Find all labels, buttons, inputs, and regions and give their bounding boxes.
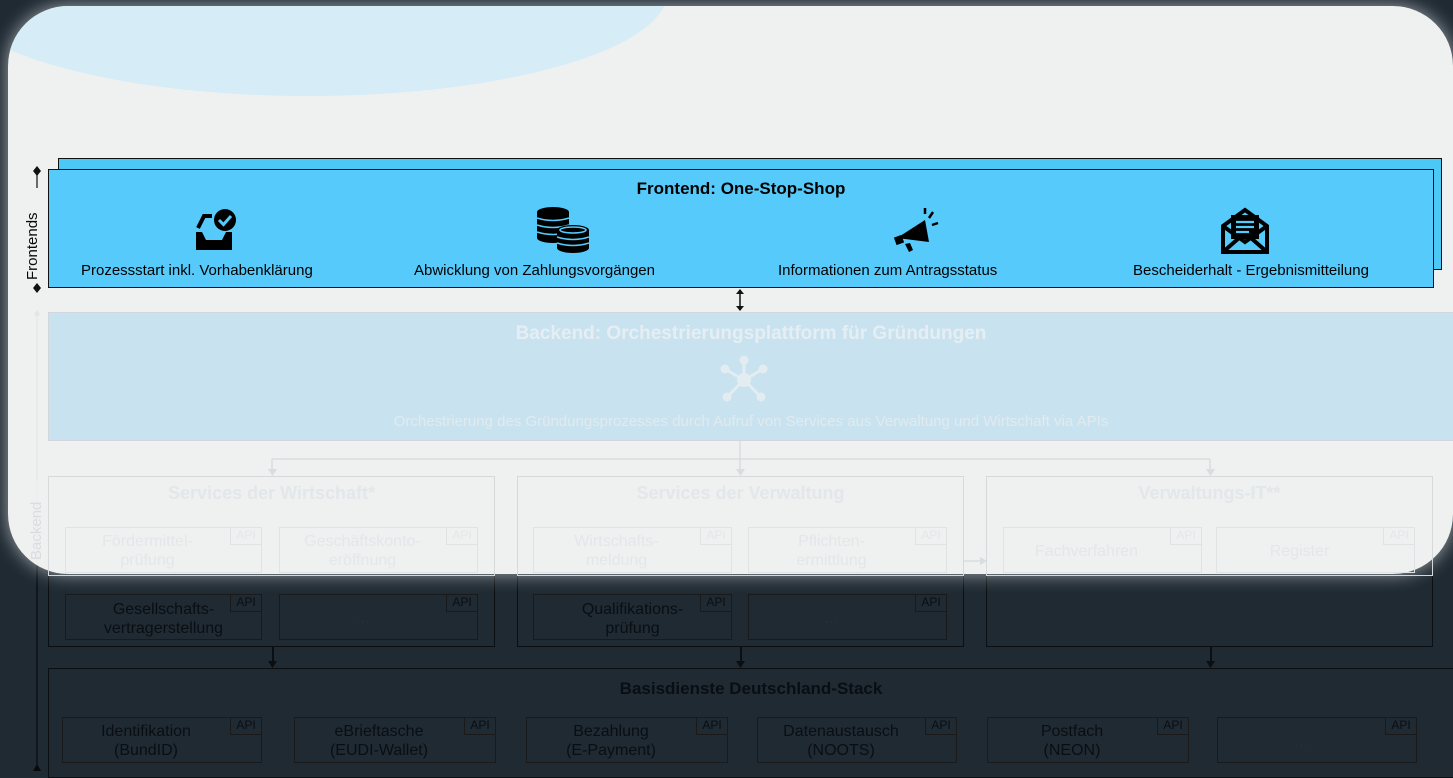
basis-item-ebrieftasche: eBrieftasche (EUDI-Wallet) API	[294, 717, 496, 763]
services-title: Services der Verwaltung	[636, 483, 845, 503]
api-tag: API	[446, 527, 478, 545]
api-tag: API	[1383, 527, 1415, 545]
api-tag: API	[464, 717, 496, 735]
api-tag: API	[1385, 717, 1417, 735]
basis-item-datenaustausch: Datenaustausch (NOOTS) API	[757, 717, 957, 763]
api-tag: API	[1157, 717, 1189, 735]
basis-item-identifikation: Identifikation (BundID) API	[62, 717, 262, 763]
services-title: Verwaltungs-IT**	[1138, 483, 1281, 503]
service-item-geschaeftskonto: Geschäftskonto- eröffnung API	[279, 527, 478, 573]
service-item-pflichtenermittlung: Pflichten- ermittlung API	[748, 527, 947, 573]
api-tag: API	[230, 717, 262, 735]
basis-item-bezahlung: Bezahlung (E-Payment) API	[526, 717, 728, 763]
api-tag: API	[700, 527, 732, 545]
service-item-fachverfahren: Fachverfahren API	[1003, 527, 1202, 573]
api-tag: API	[1170, 527, 1202, 545]
basis-title: Basisdienste Deutschland-Stack	[619, 679, 883, 698]
api-tag: API	[925, 717, 957, 735]
service-item-register: Register API	[1216, 527, 1415, 573]
services-title: Services der Wirtschaft*	[168, 483, 375, 503]
service-item-foerdermittel: Fördermittel- prüfung API	[65, 527, 262, 573]
service-item-wirtschaftsmeldung: Wirtschafts- meldung API	[533, 527, 732, 573]
api-tag: API	[230, 527, 262, 545]
api-tag: API	[696, 717, 728, 735]
basis-item-postfach: Postfach (NEON) API	[987, 717, 1189, 763]
basis-item-more: … API	[1217, 717, 1417, 763]
api-tag: API	[915, 527, 947, 545]
